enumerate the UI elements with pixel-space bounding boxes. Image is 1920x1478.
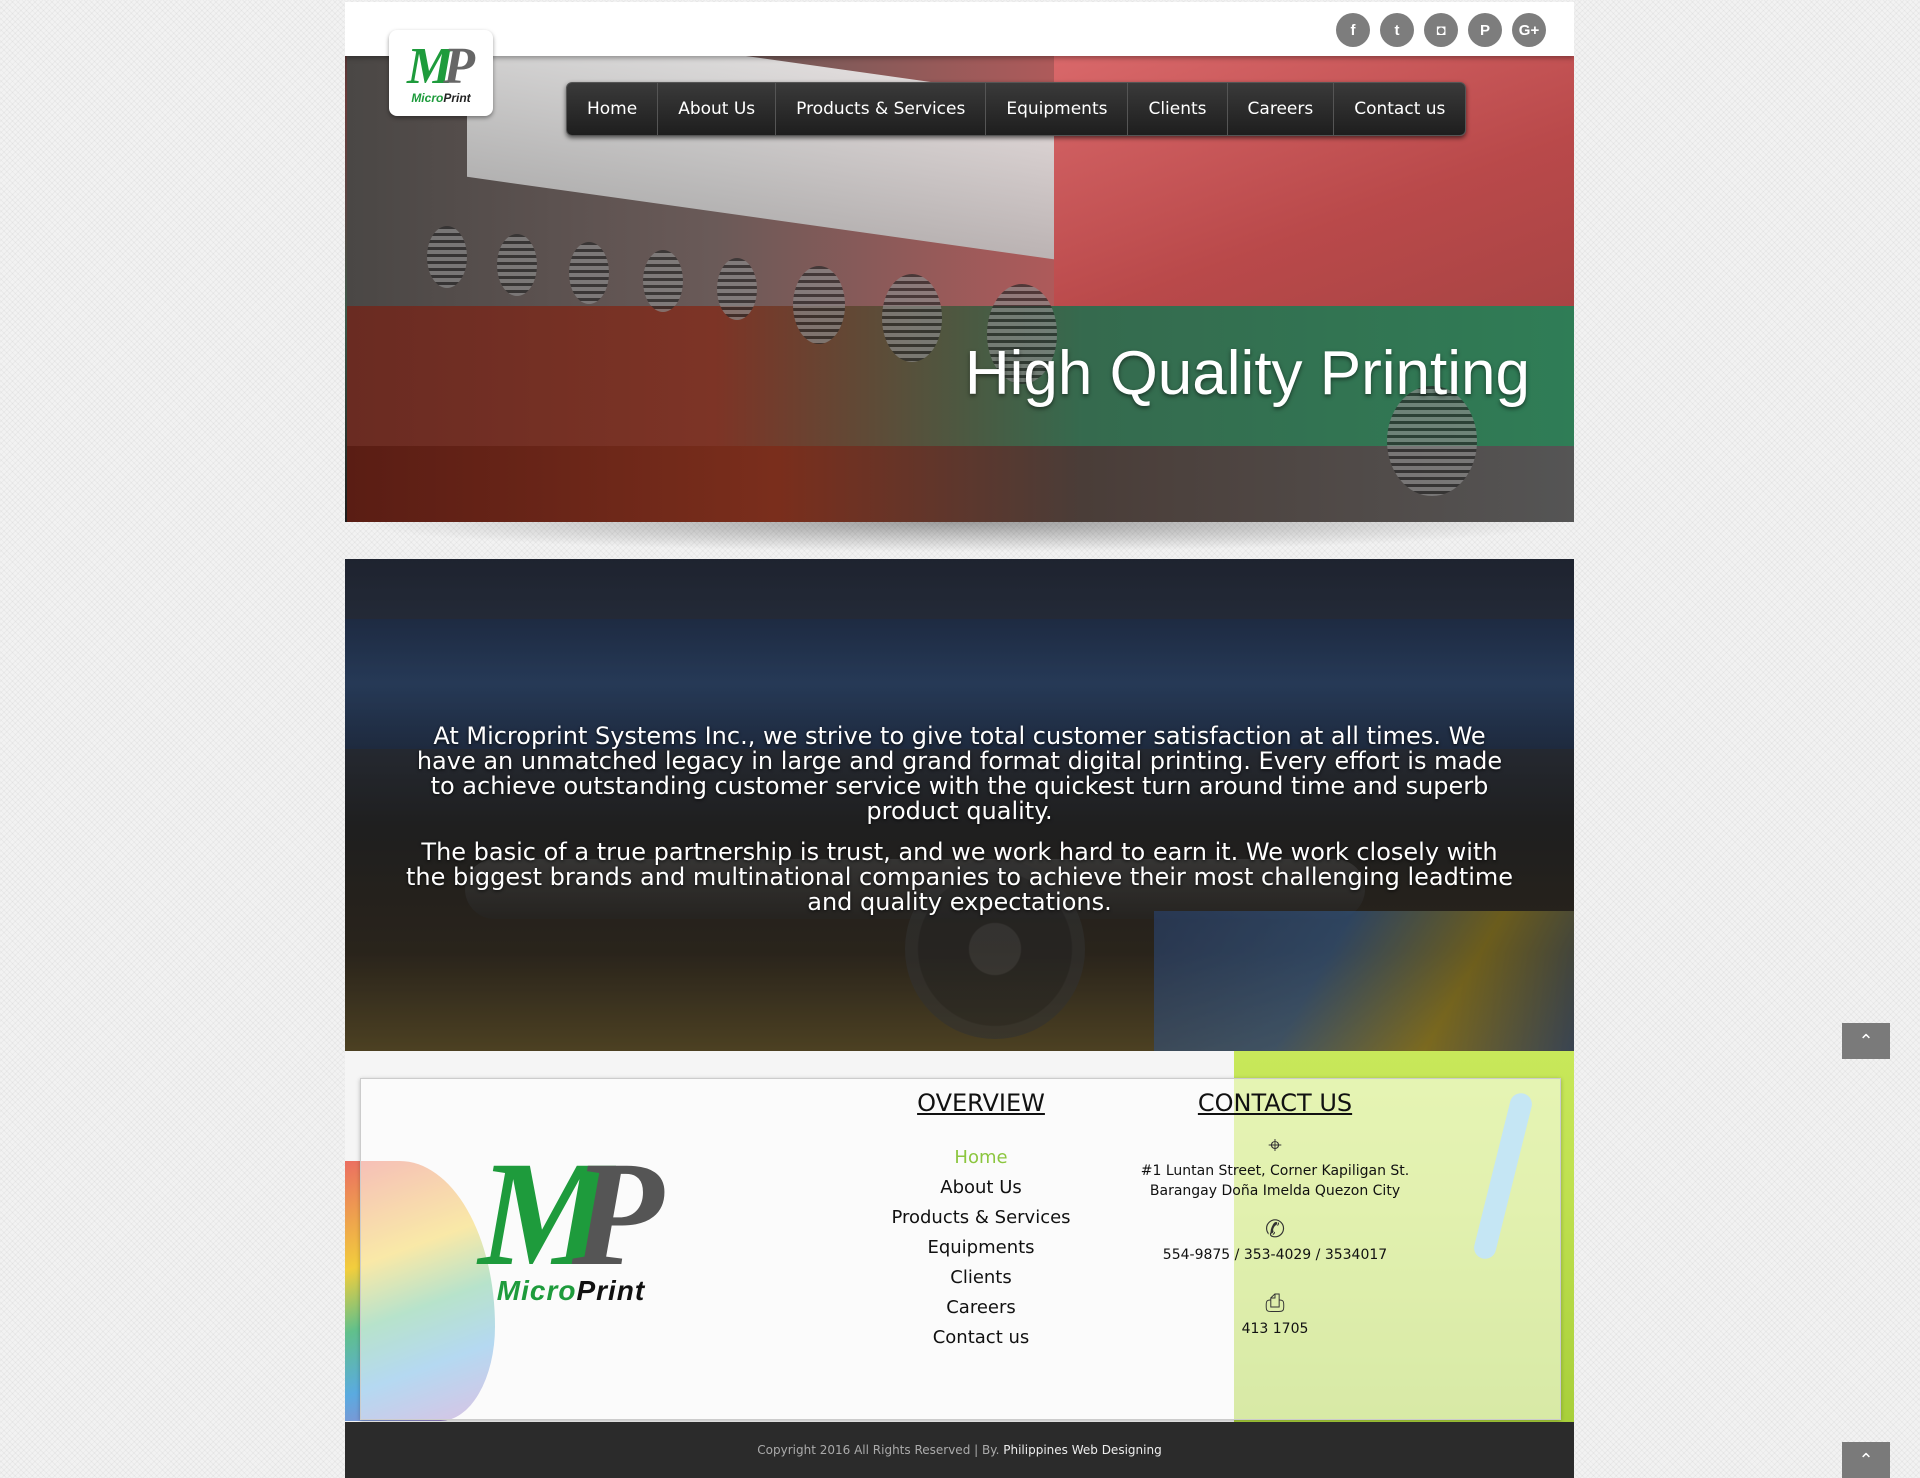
map-marker-icon: ⌖ bbox=[1268, 1131, 1282, 1159]
header-hero: f t ◘ P G+ MP MicroPrint Home About Us P… bbox=[345, 2, 1574, 522]
credit-link[interactable]: Philippines Web Designing bbox=[1003, 1443, 1161, 1457]
chevron-up-icon: ⌃ bbox=[1858, 1449, 1874, 1471]
about-paragraph-1: At Microprint Systems Inc., we strive to… bbox=[416, 722, 1503, 825]
footer-logo: MP MicroPrint bbox=[478, 1131, 664, 1306]
about-text: At Microprint Systems Inc., we strive to… bbox=[405, 724, 1514, 931]
overview-links: Home About Us Products & Services Equipm… bbox=[861, 1143, 1101, 1353]
footer-link-home[interactable]: Home bbox=[861, 1143, 1101, 1173]
nav-careers[interactable]: Careers bbox=[1228, 83, 1335, 135]
footer: MP MicroPrint OVERVIEW Home About Us Pro… bbox=[345, 1051, 1574, 1422]
footer-card: MP MicroPrint OVERVIEW Home About Us Pro… bbox=[360, 1078, 1561, 1420]
site-logo[interactable]: MP MicroPrint bbox=[389, 30, 493, 116]
overview-title: OVERVIEW bbox=[917, 1089, 1045, 1117]
social-links: f t ◘ P G+ bbox=[1336, 13, 1546, 47]
google-plus-icon[interactable]: G+ bbox=[1512, 13, 1546, 47]
nav-about-us[interactable]: About Us bbox=[658, 83, 777, 135]
twitter-icon[interactable]: t bbox=[1380, 13, 1414, 47]
scroll-to-top-button[interactable]: ⌃ bbox=[1842, 1023, 1890, 1059]
facebook-icon[interactable]: f bbox=[1336, 13, 1370, 47]
logo-wordmark: MicroPrint bbox=[411, 91, 471, 105]
contact-phone: 554-9875 / 353-4029 / 3534017 bbox=[1162, 1247, 1388, 1263]
logo-mark: MP bbox=[406, 38, 475, 95]
pinterest-icon[interactable]: P bbox=[1468, 13, 1502, 47]
hero-title: High Quality Printing bbox=[964, 339, 1530, 408]
footer-link-equipments[interactable]: Equipments bbox=[861, 1233, 1101, 1263]
footer-link-clients[interactable]: Clients bbox=[861, 1263, 1101, 1293]
footer-link-careers[interactable]: Careers bbox=[861, 1293, 1101, 1323]
contact-address: #1 Luntan Street, Corner Kapiligan St. B… bbox=[1140, 1163, 1410, 1199]
overview-column: OVERVIEW Home About Us Products & Servic… bbox=[861, 1089, 1101, 1353]
phone-icon: ✆ bbox=[1264, 1215, 1286, 1243]
contact-fax: 413 1705 bbox=[1241, 1321, 1309, 1337]
about-section: At Microprint Systems Inc., we strive to… bbox=[345, 559, 1574, 1051]
nav-products-services[interactable]: Products & Services bbox=[776, 83, 987, 135]
top-bar: f t ◘ P G+ bbox=[345, 2, 1574, 56]
footer-link-products-services[interactable]: Products & Services bbox=[861, 1203, 1101, 1233]
main-nav: Home About Us Products & Services Equipm… bbox=[566, 82, 1467, 136]
footer-link-about-us[interactable]: About Us bbox=[861, 1173, 1101, 1203]
scroll-to-top-button-bottom[interactable]: ⌃ bbox=[1842, 1442, 1890, 1478]
contact-column: CONTACT US ⌖ #1 Luntan Street, Corner Ka… bbox=[1110, 1089, 1440, 1339]
fax-icon: ⎙ bbox=[1265, 1289, 1285, 1317]
nav-clients[interactable]: Clients bbox=[1128, 83, 1228, 135]
contact-title: CONTACT US bbox=[1197, 1089, 1353, 1117]
chevron-up-icon: ⌃ bbox=[1858, 1030, 1874, 1052]
instagram-icon[interactable]: ◘ bbox=[1424, 13, 1458, 47]
footer-link-contact-us[interactable]: Contact us bbox=[861, 1323, 1101, 1353]
copyright-text: Copyright 2016 All Rights Reserved | By. bbox=[757, 1443, 1000, 1457]
copyright-bar: Copyright 2016 All Rights Reserved | By.… bbox=[345, 1422, 1574, 1478]
about-paragraph-2: The basic of a true partnership is trust… bbox=[405, 838, 1514, 916]
nav-contact-us[interactable]: Contact us bbox=[1334, 83, 1465, 135]
nav-home[interactable]: Home bbox=[567, 83, 659, 135]
hero-shadow bbox=[345, 522, 1574, 552]
nav-equipments[interactable]: Equipments bbox=[986, 83, 1129, 135]
